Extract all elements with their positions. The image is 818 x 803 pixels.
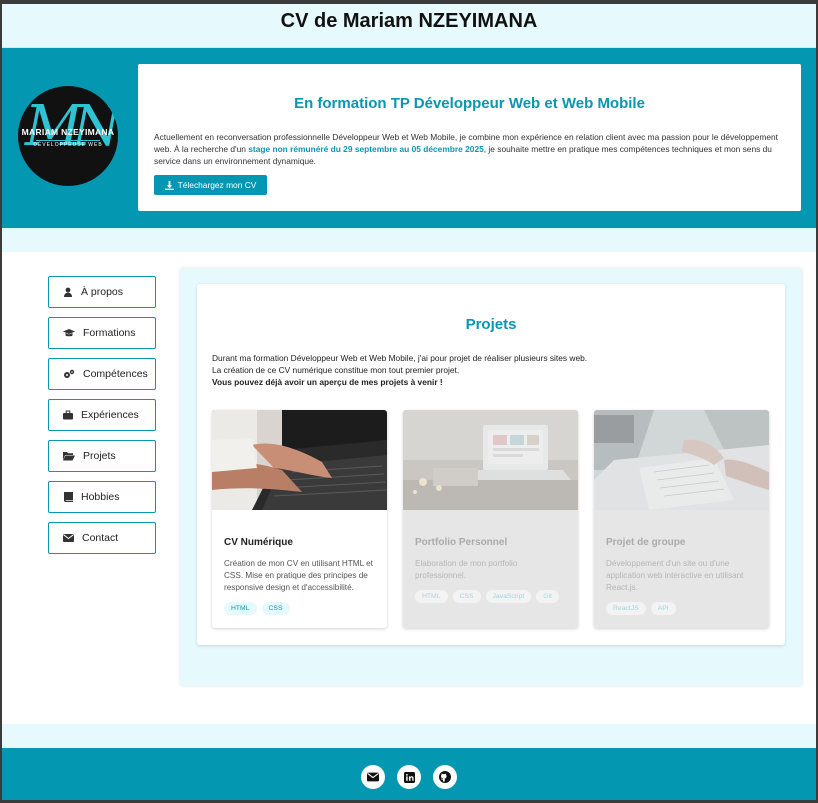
- nav-label: Hobbies: [81, 491, 120, 503]
- nav-item-hobbies[interactable]: Hobbies: [48, 481, 156, 513]
- hero-section: MN MARIAM NZEYIMANA DÉVELOPPEUSE WEB En …: [2, 48, 816, 228]
- email-link[interactable]: [361, 765, 385, 789]
- content-panel: Projets Durant ma formation Développeur …: [180, 268, 802, 686]
- project-title: Projet de groupe: [606, 537, 686, 548]
- project-description: Elaboration de mon portfolio professionn…: [415, 559, 518, 580]
- nav-label: Compétences: [83, 368, 148, 380]
- footer: [2, 748, 816, 800]
- nav-label: Expériences: [81, 409, 139, 421]
- project-description: Développement d'un site ou d'une applica…: [606, 559, 744, 592]
- projects-intro: Durant ma formation Développeur Web et W…: [212, 352, 772, 388]
- project-image-group-work: [594, 410, 769, 510]
- linkedin-icon: [403, 771, 415, 783]
- projects-intro-line: La création de ce CV numérique constitue…: [212, 365, 460, 375]
- github-link[interactable]: [433, 765, 457, 789]
- download-cv-label: Télechargez mon CV: [177, 180, 257, 190]
- nav-item-contact[interactable]: Contact: [48, 522, 156, 554]
- project-title: Portfolio Personnel: [415, 537, 508, 548]
- projects-section: Projets Durant ma formation Développeur …: [197, 284, 785, 645]
- tag-badge: HTML: [224, 602, 257, 615]
- tag-badge: CSS: [452, 590, 481, 603]
- project-tags: ReactJS API: [606, 602, 676, 615]
- top-header: CV de Mariam NZEYIMANA: [2, 4, 816, 48]
- tag-badge: Git: [536, 590, 559, 603]
- project-tags: HTML CSS JavaScript Git: [415, 590, 559, 603]
- project-description: Création de mon CV en utilisant HTML et …: [224, 559, 373, 592]
- project-image-portfolio-laptop: [403, 410, 578, 510]
- projects-title: Projets: [465, 316, 517, 333]
- nav-label: À propos: [81, 286, 124, 298]
- tag-badge: JavaScript: [485, 590, 532, 603]
- project-title: CV Numérique: [224, 537, 293, 548]
- nav-item-a-propos[interactable]: À propos: [48, 276, 156, 308]
- project-tags: HTML CSS: [224, 602, 290, 615]
- download-cv-button[interactable]: Télechargez mon CV: [154, 175, 267, 195]
- project-card[interactable]: CV Numérique Création de mon CV en utili…: [212, 410, 387, 628]
- book-icon: [64, 492, 73, 502]
- nav-label: Formations: [83, 327, 136, 339]
- cogs-icon: [64, 369, 75, 378]
- avatar-name: MARIAM NZEYIMANA: [21, 127, 115, 137]
- linkedin-link[interactable]: [397, 765, 421, 789]
- tag-badge: CSS: [261, 602, 290, 615]
- projects-intro-line: Vous pouvez déjà avoir un aperçu de mes …: [212, 377, 443, 387]
- nav-item-experiences[interactable]: Expériences: [48, 399, 156, 431]
- page: CV de Mariam NZEYIMANA MN MARIAM NZEYIMA…: [2, 4, 816, 800]
- tag-badge: ReactJS: [606, 602, 646, 615]
- hero-text-highlight: stage non rémunéré du 29 septembre au 05…: [248, 144, 484, 154]
- user-icon: [64, 287, 72, 297]
- hero-description: Actuellement en reconversation professio…: [154, 131, 789, 167]
- projects-intro-line: Durant ma formation Développeur Web et W…: [212, 353, 588, 363]
- nav-label: Contact: [82, 532, 119, 544]
- envelope-icon: [63, 534, 74, 542]
- avatar-role: DÉVELOPPEUSE WEB: [33, 142, 103, 148]
- intro-card: En formation TP Développeur Web et Web M…: [138, 64, 801, 211]
- section-divider: [2, 228, 816, 252]
- envelope-icon: [367, 772, 379, 782]
- folder-open-icon: [63, 452, 75, 461]
- page-title: CV de Mariam NZEYIMANA: [280, 10, 538, 32]
- tag-badge: API: [650, 602, 676, 615]
- avatar: MN MARIAM NZEYIMANA DÉVELOPPEUSE WEB: [18, 86, 118, 186]
- nav-label: Projets: [83, 450, 116, 462]
- download-icon: [164, 180, 174, 190]
- nav-item-formations[interactable]: Formations: [48, 317, 156, 349]
- github-icon: [439, 771, 451, 783]
- graduation-cap-icon: [63, 329, 75, 337]
- nav-item-projets[interactable]: Projets: [48, 440, 156, 472]
- tag-badge: HTML: [415, 590, 448, 603]
- nav-item-competences[interactable]: Compétences: [48, 358, 156, 390]
- footer-divider: [2, 724, 816, 748]
- briefcase-icon: [63, 410, 73, 420]
- project-card[interactable]: Projet de groupe Développement d'un site…: [594, 410, 769, 628]
- project-card[interactable]: Portfolio Personnel Elaboration de mon p…: [403, 410, 578, 628]
- avatar-divider: [36, 140, 100, 141]
- hero-heading: En formation TP Développeur Web et Web M…: [294, 95, 645, 112]
- project-image-laptop-typing: [212, 410, 387, 510]
